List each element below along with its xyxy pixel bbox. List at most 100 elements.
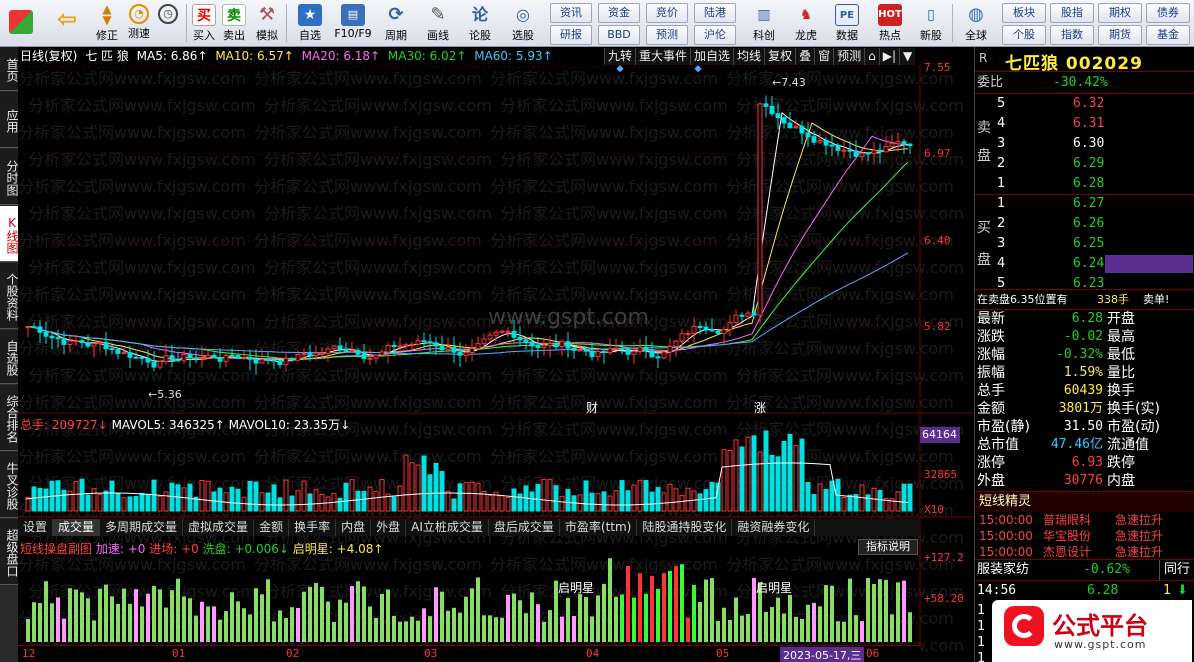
futures-button[interactable]: 期货 bbox=[1098, 25, 1142, 45]
dragon-tiger-button[interactable]: ♞ 龙虎 bbox=[786, 2, 826, 45]
speed-test-button[interactable]: ◔ 测速 bbox=[124, 2, 154, 45]
grid-menu-button[interactable] bbox=[4, 2, 38, 45]
draw-line-button[interactable]: ✎ 画线 bbox=[418, 2, 458, 45]
forecast-button[interactable]: 预测 bbox=[646, 25, 688, 45]
buy-level-row[interactable]: 2 6.26 bbox=[975, 214, 1194, 234]
tab-home[interactable]: 首页 bbox=[0, 47, 19, 91]
subtab-pe-ttm[interactable]: 市盈率(ttm) bbox=[560, 519, 638, 536]
candle-body bbox=[139, 356, 145, 359]
subtab-inner[interactable]: 内盘 bbox=[336, 519, 372, 536]
tab-timeshare[interactable]: 分时图 bbox=[0, 149, 19, 205]
indicator-bar bbox=[38, 603, 42, 642]
data-icon: PE bbox=[835, 4, 859, 26]
indicator-bar bbox=[890, 614, 894, 642]
tab-watchlist[interactable]: 自选股 bbox=[0, 330, 19, 384]
news-button[interactable]: 资讯 bbox=[550, 3, 592, 23]
watchlist-button[interactable]: ★ 自选 bbox=[290, 2, 330, 45]
back-button[interactable]: ⇦ bbox=[50, 2, 84, 45]
tab-kline[interactable]: K线图 bbox=[0, 206, 19, 262]
sector-row[interactable]: 服装家纺 -0.62% 同行 bbox=[975, 560, 1194, 580]
index-futures-button[interactable]: 股指 bbox=[1050, 3, 1094, 23]
hot-button[interactable]: HOT 热点 bbox=[870, 2, 910, 45]
indices-button[interactable]: 指数 bbox=[1050, 25, 1094, 45]
volume-bar bbox=[187, 483, 193, 512]
subtab-settings[interactable]: 设置 bbox=[18, 519, 54, 536]
indicator-bar bbox=[368, 606, 372, 642]
sell-level-row[interactable]: 3 6.30 bbox=[975, 134, 1194, 154]
kechuang-button[interactable]: ▥ 科创 bbox=[744, 2, 784, 45]
tab-diagnosis[interactable]: 牛叉诊股 bbox=[0, 452, 19, 518]
volume-bar bbox=[433, 462, 439, 512]
subtab-multi-period-volume[interactable]: 多周期成交量 bbox=[100, 519, 184, 536]
sell-button[interactable]: 卖 卖出 bbox=[220, 2, 248, 45]
indicator-help-button[interactable]: 指标说明 bbox=[858, 539, 918, 555]
bonds-button[interactable]: 债券 bbox=[1146, 3, 1190, 23]
order-note-text: 在卖盘6.35位置有 bbox=[977, 293, 1068, 306]
tab-apps[interactable]: 应用 bbox=[0, 92, 19, 148]
sell-level-row[interactable]: 1 6.28 bbox=[975, 174, 1194, 194]
limit-up-marker[interactable]: 涨 bbox=[754, 399, 766, 416]
simulate-button[interactable]: ⚒ 模拟 bbox=[252, 2, 282, 45]
tab-super-order[interactable]: 超级盘口 bbox=[0, 519, 19, 585]
candle-body bbox=[589, 350, 595, 358]
indicator-bar bbox=[80, 592, 84, 642]
subtab-ai-volume[interactable]: AI立桩成交量 bbox=[406, 519, 489, 536]
stocks-button[interactable]: 个股 bbox=[1002, 25, 1046, 45]
shanghai-london-button[interactable]: 沪伦 bbox=[694, 25, 736, 45]
subtab-outer[interactable]: 外盘 bbox=[371, 519, 407, 536]
peer-button[interactable]: 同行 bbox=[1159, 560, 1193, 580]
f10-icon: ▤ bbox=[341, 4, 365, 26]
funds-market-button[interactable]: 基金 bbox=[1146, 25, 1190, 45]
indicator-bar bbox=[692, 584, 696, 642]
stat-label: 金额 bbox=[977, 401, 1005, 417]
buy-level-row[interactable]: 1 6.27 bbox=[975, 194, 1194, 214]
subtab-turnover[interactable]: 换手率 bbox=[289, 519, 337, 536]
news-item[interactable]: 15:00:00 杰恩设计 急速拉升 bbox=[975, 544, 1194, 560]
discuss-button[interactable]: 论 论股 bbox=[462, 2, 498, 45]
subtab-amount[interactable]: 金额 bbox=[254, 519, 290, 536]
subtab-after-hours-volume[interactable]: 盘后成交量 bbox=[489, 519, 560, 536]
financial-marker[interactable]: 财 bbox=[586, 399, 598, 416]
level-price: 6.24 bbox=[1073, 256, 1105, 271]
hk-connect-button[interactable]: 陆港 bbox=[694, 3, 736, 23]
candle-body bbox=[289, 357, 295, 361]
sell-level-row[interactable]: 2 6.29 bbox=[975, 154, 1194, 174]
buy-level-row[interactable]: 3 6.25 bbox=[975, 234, 1194, 254]
indicator-bar bbox=[182, 596, 186, 642]
level-price: 6.31 bbox=[1073, 116, 1105, 131]
research-button[interactable]: 研报 bbox=[550, 25, 592, 45]
funds-button[interactable]: 资金 bbox=[598, 3, 640, 23]
sell-level-row[interactable]: 5 6.32 bbox=[975, 94, 1194, 114]
tab-stock-info[interactable]: 个股资料 bbox=[0, 263, 19, 329]
subtab-margin[interactable]: 融资融券变化 bbox=[732, 519, 816, 536]
auction-button[interactable]: 竞价 bbox=[646, 3, 688, 23]
tab-ranking[interactable]: 综合排名 bbox=[0, 385, 19, 451]
data-button[interactable]: PE 数据 bbox=[828, 2, 866, 45]
indicator-bar bbox=[716, 620, 720, 642]
sell-level-row[interactable]: 4 6.31 bbox=[975, 114, 1194, 134]
revise-button[interactable]: ▲ ▼ 修正 bbox=[90, 2, 124, 45]
f10-button[interactable]: ▤ F10/F9 bbox=[330, 2, 376, 45]
news-item[interactable]: 15:00:00 华宝股份 急速拉升 bbox=[975, 528, 1194, 544]
new-stock-button[interactable]: ▯ 新股 bbox=[912, 2, 950, 45]
kline-chart-panel[interactable]: 分析家公式网www.fxjgsw.com 分析家公式网www.fxjgsw.com… bbox=[18, 47, 974, 662]
buy-button[interactable]: 买 买入 bbox=[190, 2, 218, 45]
cycle-button[interactable]: ⟳ 周期 bbox=[376, 2, 416, 45]
bbd-button[interactable]: BBD bbox=[598, 25, 640, 45]
sector-button[interactable]: 板块 bbox=[1002, 3, 1046, 23]
options-button[interactable]: 期权 bbox=[1098, 3, 1142, 23]
candle-body bbox=[847, 149, 853, 152]
subtab-virtual-volume[interactable]: 虚拟成交量 bbox=[183, 519, 255, 536]
global-button[interactable]: ◍ 全球 bbox=[956, 2, 996, 45]
volume-bar bbox=[229, 486, 235, 512]
candle-body bbox=[301, 353, 307, 356]
subtab-volume[interactable]: 成交量 bbox=[53, 519, 101, 536]
stat-label: 最新 bbox=[977, 311, 1005, 327]
clock-button[interactable]: ◷ bbox=[156, 2, 180, 45]
volume-bar bbox=[757, 451, 763, 512]
indicator-bar bbox=[272, 621, 276, 642]
select-stock-button[interactable]: ◎ 选股 bbox=[500, 2, 546, 45]
subtab-northbound[interactable]: 陆股通持股变化 bbox=[637, 519, 733, 536]
news-item[interactable]: 15:00:00 普瑞眼科 急速拉升 bbox=[975, 512, 1194, 528]
indicator-bar bbox=[824, 585, 828, 642]
